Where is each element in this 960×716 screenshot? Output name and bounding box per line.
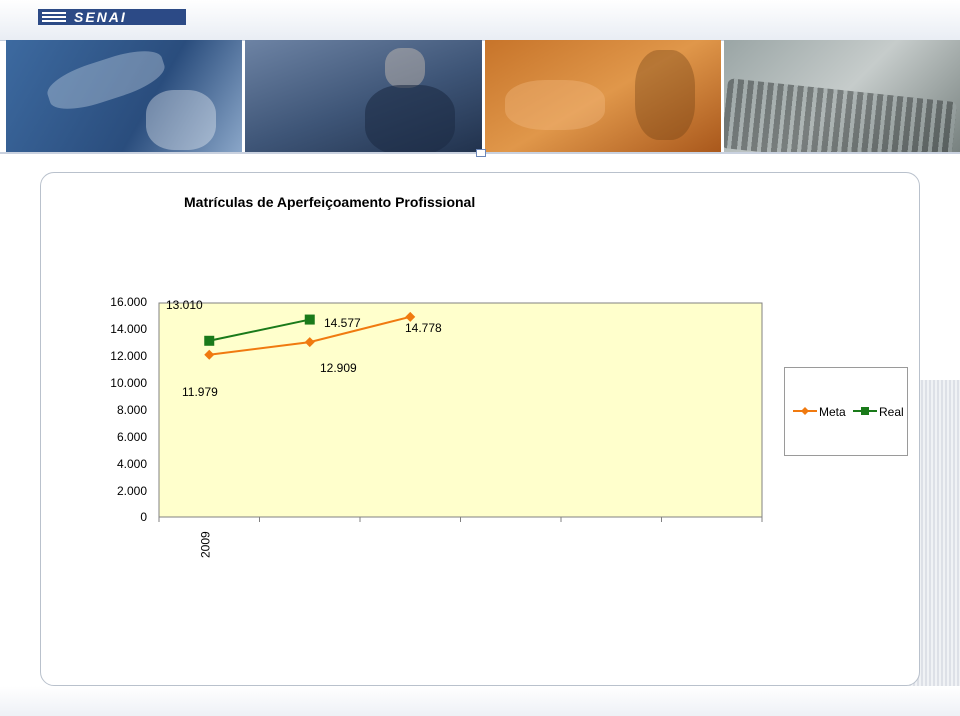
x-tick-label: 2009 [198, 531, 212, 558]
data-label-meta: 14.778 [405, 321, 442, 335]
y-tick-label: 12.000 [110, 349, 147, 363]
data-label-real: 14.577 [324, 316, 361, 330]
plot-area [158, 302, 763, 518]
data-label-real: 13.010 [166, 298, 203, 312]
legend-meta-label: Meta [819, 405, 846, 419]
y-tick-label: 14.000 [110, 322, 147, 336]
chart-legend: Meta Real [784, 367, 908, 456]
data-label-meta: 11.979 [182, 385, 218, 399]
line-chart: 16.000 14.000 12.000 10.000 8.000 6.000 4.000 2… [110, 295, 763, 558]
series-real-point [204, 335, 215, 346]
y-tick-label: 6.000 [117, 430, 147, 444]
y-tick-label: 8.000 [117, 403, 147, 417]
legend-real-label: Real [879, 405, 904, 419]
y-tick-label: 4.000 [117, 457, 147, 471]
y-tick-label: 2.000 [117, 484, 147, 498]
legend-meta-diamond-icon [801, 407, 809, 415]
legend-real-square-icon [861, 407, 869, 415]
y-tick-label: 0 [140, 510, 147, 524]
y-tick-label: 16.000 [110, 295, 147, 309]
y-tick-label: 10.000 [110, 376, 147, 390]
data-label-meta: 12.909 [320, 361, 357, 375]
series-real-point [304, 314, 315, 325]
